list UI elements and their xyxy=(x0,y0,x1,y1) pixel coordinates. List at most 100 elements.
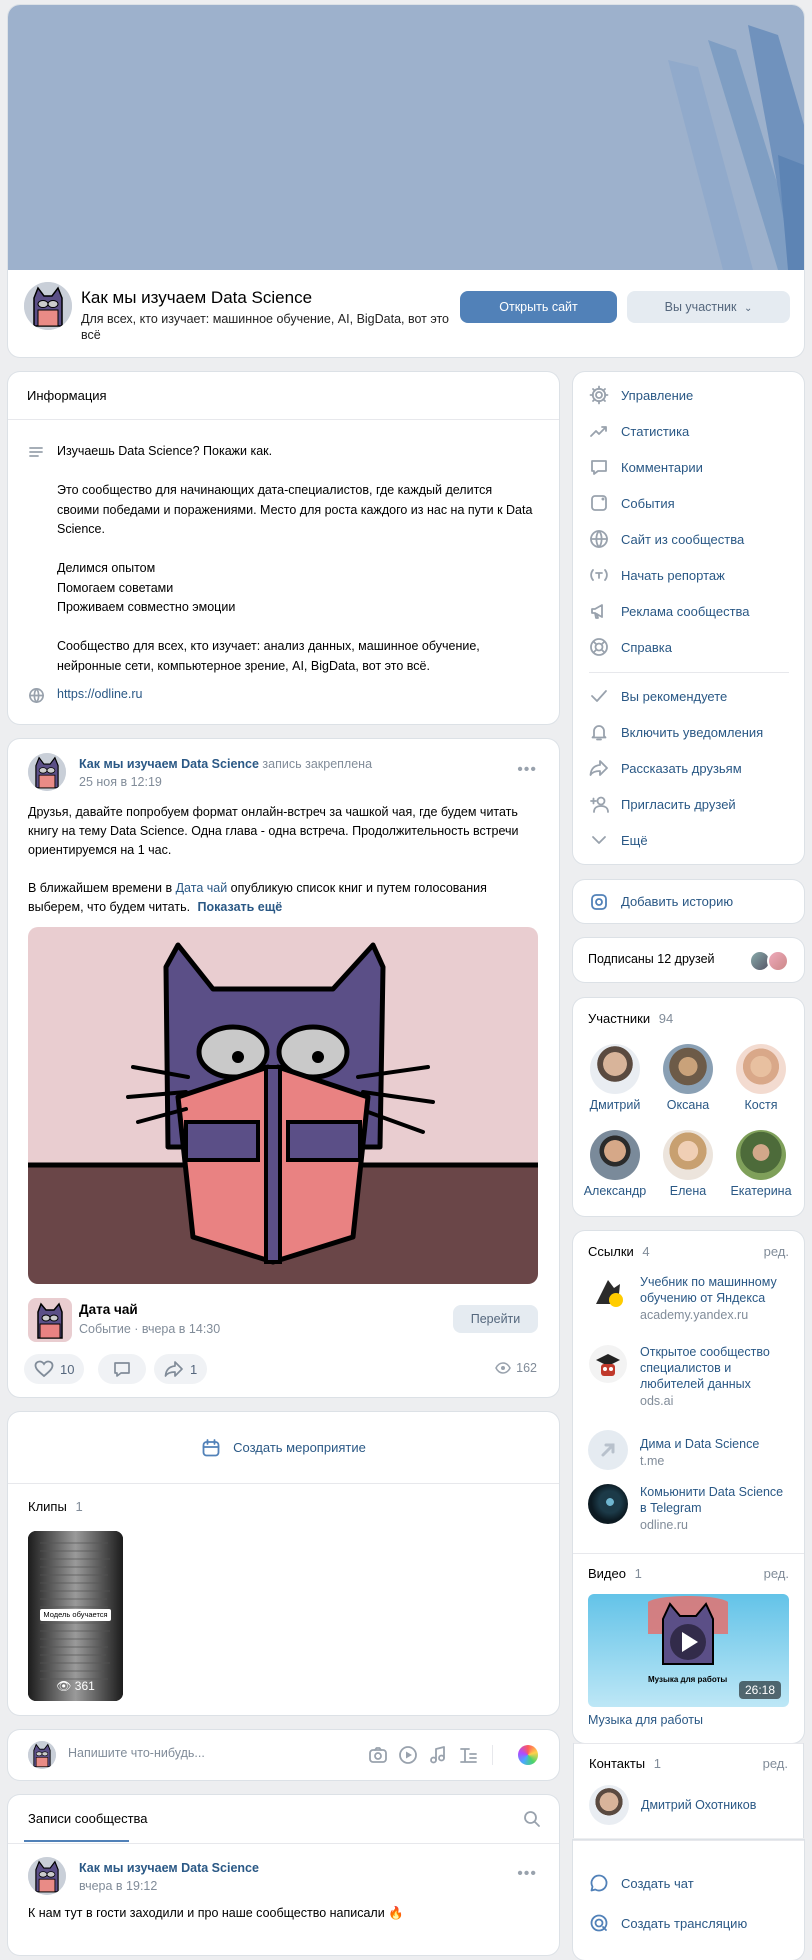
menu-item-comments[interactable]: Комментарии xyxy=(589,449,703,485)
menu-item-ads[interactable]: Реклама сообщества xyxy=(589,593,750,629)
member-item[interactable]: Екатерина xyxy=(726,1130,796,1198)
member-item[interactable]: Оксана xyxy=(653,1044,723,1112)
video-edit-link[interactable]: ред. xyxy=(764,1566,789,1581)
comment-button[interactable] xyxy=(98,1354,146,1384)
menu-item-label: Вы рекомендуете xyxy=(621,688,728,704)
post-author-link[interactable]: Как мы изучаем Data Science xyxy=(79,1861,259,1875)
create-event-label: Создать мероприятие xyxy=(233,1440,366,1455)
eye-icon: 👁 xyxy=(56,1679,72,1693)
menu-item-events[interactable]: События xyxy=(589,485,675,521)
clips-heading: Клипы xyxy=(28,1499,67,1514)
avatar xyxy=(736,1044,786,1094)
menu-item-manage[interactable]: Управление xyxy=(589,377,693,413)
info-url-link[interactable]: https://odline.ru xyxy=(57,687,142,701)
menu-item-notifications[interactable]: Включить уведомления xyxy=(589,714,763,750)
menu-item-stats[interactable]: Статистика xyxy=(589,413,689,449)
video-icon[interactable] xyxy=(398,1745,418,1765)
create-chat-button[interactable]: Создать чат xyxy=(589,1865,694,1901)
member-name: Елена xyxy=(669,1184,707,1198)
member-item[interactable]: Дмитрий xyxy=(580,1044,650,1112)
like-button[interactable]: 10 xyxy=(24,1354,85,1384)
camera-icon[interactable] xyxy=(368,1745,388,1765)
video-heading[interactable]: Видео xyxy=(588,1566,626,1581)
like-count: 10 xyxy=(60,1361,75,1377)
tab-community-posts[interactable]: Записи сообщества xyxy=(28,1795,148,1843)
menu-item-label: Включить уведомления xyxy=(621,724,764,740)
menu-item-broadcast[interactable]: Начать репортаж xyxy=(589,557,725,593)
member-name: Екатерина xyxy=(730,1184,792,1198)
avatar xyxy=(663,1130,713,1180)
event-icon xyxy=(589,493,609,513)
avatar xyxy=(663,1044,713,1094)
menu-item-more[interactable]: Ещё xyxy=(589,822,648,858)
menu-item-recommend[interactable]: Вы рекомендуете xyxy=(589,678,727,714)
ods-logo xyxy=(588,1344,628,1384)
info-text: Изучаешь Data Science? Покажи как. Это с… xyxy=(57,444,533,673)
info-heading: Информация xyxy=(8,372,559,420)
contact-name-link[interactable]: Дмитрий Охотников xyxy=(641,1798,756,1812)
menu-item-label: Начать репортаж xyxy=(621,567,725,583)
share-icon xyxy=(589,758,609,778)
contacts-heading[interactable]: Контакты xyxy=(589,1756,645,1771)
event-thumbnail[interactable] xyxy=(28,1298,72,1342)
gear-icon xyxy=(589,385,609,405)
telegram-community-logo xyxy=(588,1484,628,1524)
member-status-button[interactable]: Вы участник ⌄ xyxy=(627,291,790,323)
group-avatar[interactable] xyxy=(24,282,72,330)
video-thumbnail[interactable]: Музыка для работы 26:18 xyxy=(588,1594,789,1707)
open-site-button[interactable]: Открыть сайт xyxy=(460,291,617,323)
contact-avatar[interactable] xyxy=(589,1785,629,1825)
event-go-button[interactable]: Перейти xyxy=(453,1305,538,1333)
pinned-note: запись закреплена xyxy=(262,757,373,771)
search-icon[interactable] xyxy=(523,1810,541,1828)
menu-item-label: Пригласить друзей xyxy=(621,796,736,812)
article-icon[interactable] xyxy=(458,1745,478,1765)
menu-item-label: Статистика xyxy=(621,423,690,439)
event-mention-link[interactable]: Дата чай xyxy=(176,881,228,895)
member-item[interactable]: Костя xyxy=(726,1044,796,1112)
create-stream-button[interactable]: Создать трансляцию xyxy=(589,1905,747,1941)
post-author-avatar[interactable] xyxy=(28,753,66,791)
post-composer: Напишите что-нибудь... xyxy=(8,1730,559,1780)
wall-post-text: К нам тут в гости заходили и про наше со… xyxy=(28,1906,385,1920)
links-heading[interactable]: Ссылки xyxy=(588,1244,634,1259)
post-image[interactable] xyxy=(28,927,538,1284)
members-heading[interactable]: Участники xyxy=(588,1011,650,1026)
event-meta: Событие · вчера в 14:30 xyxy=(79,1322,221,1336)
post-more-icon[interactable]: ••• xyxy=(517,761,537,779)
share-button[interactable]: 1 xyxy=(154,1354,208,1384)
add-story-button[interactable]: Добавить историю xyxy=(573,880,804,923)
video-title-link[interactable]: Музыка для работы xyxy=(588,1713,703,1727)
link-title: Дима и Data Science xyxy=(640,1437,760,1451)
bell-icon xyxy=(589,722,609,742)
megaphone-icon xyxy=(589,601,609,621)
friends-subscribed[interactable]: Подписаны 12 друзей xyxy=(573,938,804,982)
contacts-edit-link[interactable]: ред. xyxy=(763,1756,788,1771)
post-date[interactable]: 25 ноя в 12:19 xyxy=(79,775,162,789)
menu-item-share[interactable]: Рассказать друзьям xyxy=(589,750,742,786)
globe-icon xyxy=(589,529,609,549)
post-more-icon[interactable]: ••• xyxy=(517,1865,537,1883)
member-item[interactable]: Елена xyxy=(653,1130,723,1198)
clip-thumbnail[interactable]: Модель обучается 👁 361 xyxy=(28,1531,123,1701)
divider xyxy=(492,1745,493,1765)
video-duration: 26:18 xyxy=(738,1681,781,1699)
menu-item-help[interactable]: Справка xyxy=(589,629,672,665)
menu-item-site[interactable]: Сайт из сообщества xyxy=(589,521,744,557)
music-icon[interactable] xyxy=(428,1745,448,1765)
post-author-avatar[interactable] xyxy=(28,1857,66,1895)
links-edit-link[interactable]: ред. xyxy=(764,1244,789,1259)
post-author-link[interactable]: Как мы изучаем Data Science xyxy=(79,757,259,771)
create-event-button[interactable]: Создать мероприятие xyxy=(8,1412,559,1483)
composer-input[interactable]: Напишите что-нибудь... xyxy=(68,1746,205,1760)
author-switch-avatar[interactable] xyxy=(518,1745,538,1765)
cover-image xyxy=(8,5,804,270)
share-count: 1 xyxy=(190,1361,198,1377)
member-item[interactable]: Александр xyxy=(580,1130,650,1198)
event-title[interactable]: Дата чай xyxy=(79,1302,138,1317)
clips-count: 1 xyxy=(75,1499,83,1514)
menu-item-invite[interactable]: Пригласить друзей xyxy=(589,786,736,822)
show-more-link[interactable]: Показать ещё xyxy=(198,900,283,914)
post-date[interactable]: вчера в 19:12 xyxy=(79,1879,157,1893)
member-status-label: Вы участник xyxy=(664,300,737,314)
